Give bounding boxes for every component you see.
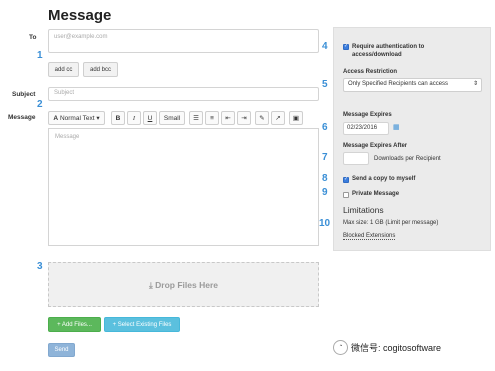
paragraph-style-dropdown[interactable]: A Normal Text ▾ — [48, 111, 105, 125]
require-auth-checkbox[interactable] — [343, 43, 349, 50]
subject-label: Subject — [12, 91, 36, 98]
bold-button[interactable]: B — [111, 111, 125, 125]
callout-3: 3 — [37, 261, 43, 272]
message-expires-label: Message Expires — [343, 112, 392, 118]
add-files-button[interactable]: + Add Files... — [48, 317, 101, 332]
numbered-list-button[interactable]: ≡ — [205, 111, 219, 125]
callout-7: 7 — [322, 152, 328, 163]
message-label: Message — [8, 114, 36, 121]
pencil-button[interactable]: ✎ — [255, 111, 269, 125]
outdent-button[interactable]: ⇤ — [221, 111, 235, 125]
callout-4: 4 — [322, 41, 328, 52]
image-icon: ▣ — [292, 115, 300, 122]
calendar-icon[interactable]: ▦ — [393, 123, 400, 131]
wechat-icon: ◔ — [333, 340, 348, 355]
share-icon: ↗ — [275, 115, 281, 122]
callout-10: 10 — [319, 218, 331, 229]
to-input[interactable]: user@example.com — [48, 29, 319, 53]
outdent-icon: ⇤ — [225, 115, 231, 122]
limitations-title: Limitations — [343, 205, 384, 215]
downloads-count-input[interactable] — [343, 152, 369, 165]
page-title: Message — [48, 7, 112, 24]
message-editor[interactable]: Message — [48, 128, 319, 246]
select-existing-files-button[interactable]: + Select Existing Files — [104, 317, 180, 332]
callout-6: 6 — [322, 122, 328, 133]
image-button[interactable]: ▣ — [289, 111, 303, 125]
italic-button[interactable]: I — [127, 111, 141, 125]
callout-9: 9 — [322, 187, 328, 198]
share-button[interactable]: ↗ — [271, 111, 285, 125]
access-restriction-value: Only Specified Recipients can access — [348, 81, 449, 87]
callout-5: 5 — [322, 79, 328, 90]
send-button[interactable]: Send — [48, 343, 75, 357]
callout-2: 2 — [37, 99, 43, 110]
pencil-icon: ✎ — [259, 115, 265, 122]
drop-zone-text-wrap: ⤓ Drop Files Here — [49, 280, 318, 291]
callout-1: 1 — [37, 50, 43, 61]
private-message-label: Private Message — [352, 191, 400, 197]
expires-after-label: Message Expires After — [343, 143, 408, 149]
to-label: To — [29, 34, 37, 41]
max-size-text: Max size: 1 GB (Limit per message) — [343, 220, 439, 226]
message-placeholder: Message — [55, 134, 80, 140]
watermark-text: 微信号: cogitosoftware — [351, 343, 442, 353]
indent-button[interactable]: ⇥ — [237, 111, 251, 125]
send-copy-checkbox[interactable] — [343, 176, 349, 183]
drop-zone-text: Drop Files Here — [155, 280, 218, 290]
bullet-list-icon: ☰ — [193, 115, 199, 122]
plus-icon: + — [57, 322, 61, 328]
private-message-checkbox[interactable] — [343, 192, 349, 198]
callout-8: 8 — [322, 173, 328, 184]
plus-icon: + — [112, 322, 117, 328]
numbered-list-icon: ≡ — [210, 115, 214, 122]
caret-down-icon: ▾ — [96, 115, 100, 122]
access-restriction-select[interactable]: Only Specified Recipients can access ⇕ — [343, 78, 482, 92]
expires-date-input[interactable]: 02/23/2016 — [343, 122, 389, 135]
select-existing-label: Select Existing Files — [117, 322, 172, 328]
font-icon: A — [53, 115, 59, 122]
send-copy-label: Send a copy to myself — [352, 176, 416, 182]
small-text-button[interactable]: Small — [159, 111, 185, 125]
download-icon: ⤓ — [149, 280, 153, 290]
select-arrows-icon: ⇕ — [472, 81, 478, 87]
add-cc-button[interactable]: add cc — [48, 62, 79, 77]
require-auth-label: Require authentication to access/downloa… — [352, 44, 425, 58]
paragraph-style-label: Normal Text — [59, 115, 95, 122]
downloads-suffix: Downloads per Recipient — [374, 156, 441, 162]
add-files-label: Add Files... — [61, 322, 92, 328]
underline-button[interactable]: U — [143, 111, 157, 125]
drop-zone[interactable]: ⤓ Drop Files Here — [48, 262, 319, 307]
subject-input[interactable]: Subject — [48, 87, 319, 101]
blocked-extensions-link[interactable]: Blocked Extensions — [343, 233, 396, 240]
access-restriction-label: Access Restriction — [343, 69, 398, 75]
add-bcc-button[interactable]: add bcc — [83, 62, 118, 77]
options-sidebar — [333, 27, 491, 251]
bullet-list-button[interactable]: ☰ — [189, 111, 203, 125]
indent-icon: ⇥ — [241, 115, 247, 122]
